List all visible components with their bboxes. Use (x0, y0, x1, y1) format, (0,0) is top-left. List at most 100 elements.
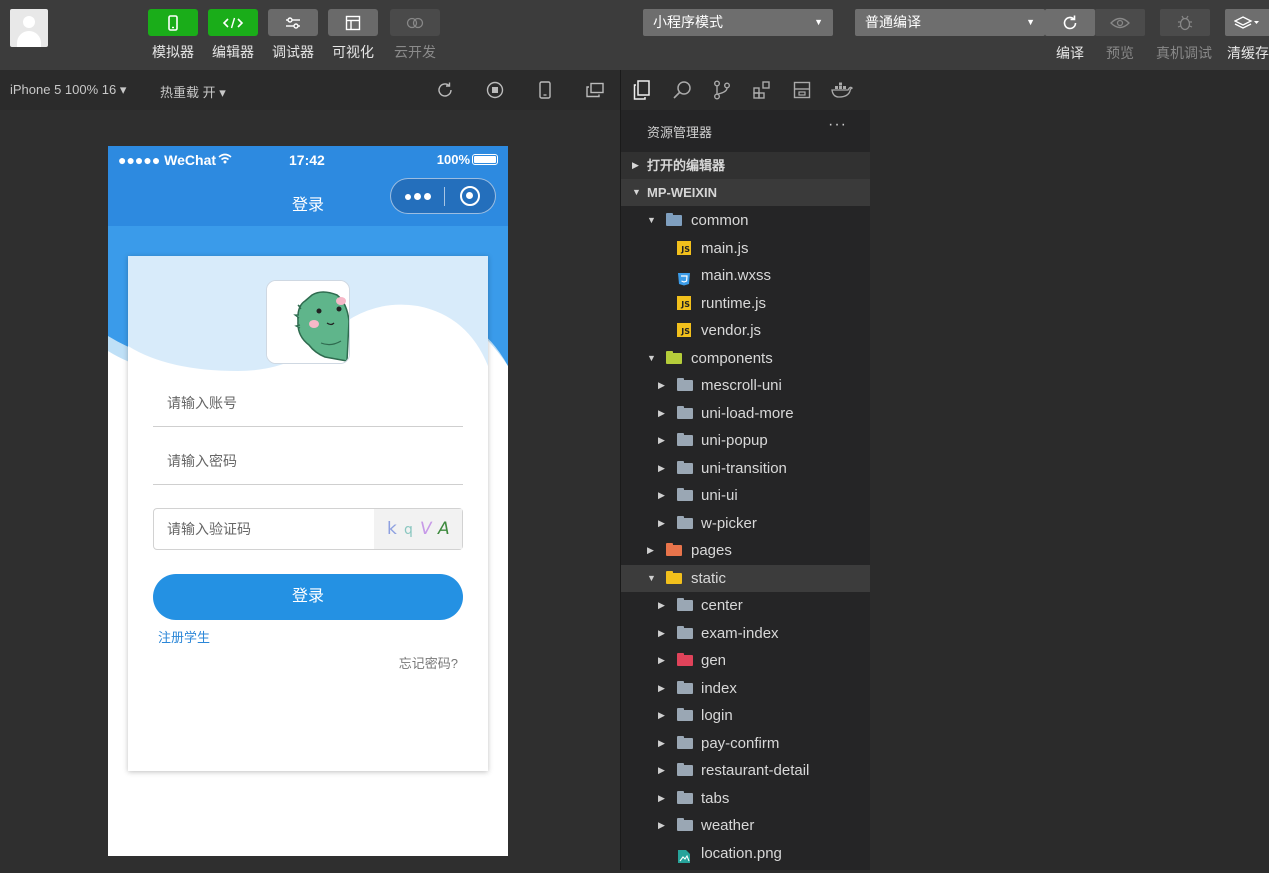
tree-folder[interactable]: ▶ index (621, 675, 871, 702)
save-icon[interactable] (791, 79, 813, 101)
chevron-down-icon[interactable]: ▼ (647, 207, 656, 234)
tree-item-label: pay-confirm (701, 734, 780, 752)
debugger-button[interactable]: 调试器 (268, 9, 318, 62)
cloud-dev-button[interactable]: 云开发 (390, 9, 440, 62)
hot-reload-select[interactable]: 热重载 开 ▾ (160, 82, 226, 101)
dinosaur-mascot-icon (267, 281, 349, 363)
chevron-right-icon[interactable]: ▶ (658, 592, 665, 619)
nav-bar: 登录 (108, 174, 508, 226)
account-input[interactable] (165, 394, 449, 412)
mini-program-capsule (390, 178, 496, 214)
chevron-right-icon[interactable]: ▶ (658, 482, 665, 509)
more-menu-icon[interactable] (405, 193, 431, 200)
chevron-right-icon[interactable]: ▶ (658, 730, 665, 757)
chevron-right-icon[interactable]: ▶ (647, 537, 654, 564)
account-input-field[interactable] (153, 382, 463, 427)
user-avatar[interactable] (10, 9, 48, 47)
tree-file[interactable]: JS main.js (621, 235, 871, 262)
rotate-icon[interactable] (435, 80, 455, 100)
chevron-right-icon[interactable]: ▶ (658, 620, 665, 647)
simulator-toolbar: iPhone 5 100% 16 ▾ 热重载 开 ▾ (0, 70, 620, 111)
simulator-button[interactable]: 模拟器 (148, 9, 198, 62)
source-control-icon[interactable] (711, 79, 733, 101)
visualization-button[interactable]: 可视化 (328, 9, 378, 62)
tree-folder[interactable]: ▶ pay-confirm (621, 730, 871, 757)
tree-folder[interactable]: ▼ components (621, 345, 871, 372)
captcha-field[interactable]: k q V A (153, 508, 463, 550)
tree-folder[interactable]: ▶ uni-popup (621, 427, 871, 454)
chevron-down-icon: ▼ (1026, 17, 1035, 27)
chevron-right-icon[interactable]: ▶ (658, 455, 665, 482)
mode-select[interactable]: 小程序模式 ▼ (643, 9, 833, 36)
device-select[interactable]: iPhone 5 100% 16 ▾ (10, 82, 126, 98)
chevron-right-icon[interactable]: ▶ (658, 647, 665, 674)
folder-icon (666, 350, 682, 365)
editor-button[interactable]: 编辑器 (208, 9, 258, 62)
compile-mode-select[interactable]: 普通编译 ▼ (855, 9, 1045, 36)
clear-cache-button[interactable]: 清缓存 (1225, 9, 1269, 63)
forgot-password-link[interactable]: 忘记密码? (399, 653, 458, 672)
chevron-right-icon[interactable]: ▶ (658, 812, 665, 839)
password-input-field[interactable] (153, 440, 463, 485)
compile-button[interactable]: 编译 (1045, 9, 1095, 63)
search-icon[interactable] (671, 79, 693, 101)
captcha-input[interactable] (165, 520, 369, 538)
docker-icon[interactable] (831, 79, 853, 101)
files-icon[interactable] (631, 79, 653, 101)
chevron-right-icon[interactable]: ▶ (658, 757, 665, 784)
login-button[interactable]: 登录 (153, 574, 463, 620)
tree-folder[interactable]: ▶ uni-transition (621, 455, 871, 482)
project-section[interactable]: ▼ MP-WEIXIN (621, 179, 871, 206)
remote-debug-button[interactable]: 真机调试 (1156, 9, 1212, 63)
tree-file[interactable]: JS runtime.js (621, 290, 871, 317)
chevron-right-icon[interactable]: ▶ (658, 427, 665, 454)
tree-file[interactable]: main.wxss (621, 262, 871, 289)
chevron-down-icon[interactable]: ▼ (647, 345, 656, 372)
cloud-icon (406, 17, 424, 28)
chevron-right-icon[interactable]: ▶ (658, 785, 665, 812)
chevron-right-icon[interactable]: ▶ (658, 675, 665, 702)
tree-file[interactable]: location.png (621, 840, 871, 867)
tree-folder[interactable]: ▶ w-picker (621, 510, 871, 537)
tree-folder[interactable]: ▶ center (621, 592, 871, 619)
tree-folder[interactable]: ▶ uni-ui (621, 482, 871, 509)
tree-item-label: w-picker (701, 514, 757, 532)
tree-folder[interactable]: ▶ tabs (621, 785, 871, 812)
activity-bar (621, 70, 871, 110)
open-editors-section[interactable]: ▶ 打开的编辑器 (621, 152, 871, 179)
folder-icon (677, 405, 693, 420)
extensions-icon[interactable] (751, 79, 773, 101)
tree-folder[interactable]: ▶ gen (621, 647, 871, 674)
chevron-right-icon[interactable]: ▶ (658, 372, 665, 399)
tree-folder[interactable]: ▶ uni-load-more (621, 400, 871, 427)
register-link[interactable]: 注册学生 (158, 627, 210, 646)
login-card: k q V A 登录 注册学生 忘记密码? (128, 256, 488, 771)
chevron-down-icon[interactable]: ▼ (647, 565, 656, 592)
code-icon (222, 17, 244, 28)
preview-button[interactable]: 预览 (1095, 9, 1145, 63)
close-capsule-icon[interactable] (460, 186, 480, 206)
explorer-title: 资源管理器 (647, 125, 713, 140)
detach-window-icon[interactable] (585, 80, 605, 100)
tree-folder[interactable]: ▶ restaurant-detail (621, 757, 871, 784)
captcha-image[interactable]: k q V A (374, 509, 462, 549)
phone-icon[interactable] (535, 80, 555, 100)
folder-icon (677, 763, 693, 777)
tree-folder[interactable]: ▶ login (621, 702, 871, 729)
tree-folder[interactable]: ▶ weather (621, 812, 871, 839)
password-input[interactable] (165, 452, 449, 470)
tree-folder[interactable]: ▶ pages (621, 537, 871, 564)
stop-icon[interactable] (485, 80, 505, 100)
folder-icon (677, 735, 693, 750)
tree-folder[interactable]: ▼ static (621, 564, 871, 592)
tree-folder[interactable]: ▶ exam-index (621, 620, 871, 647)
tree-folder[interactable]: ▶ mescroll-uni (621, 372, 871, 399)
tree-item-label: location.png (701, 844, 782, 862)
folder-icon (666, 570, 682, 585)
tree-file[interactable]: JS vendor.js (621, 317, 871, 344)
more-actions-icon[interactable]: ··· (828, 116, 847, 134)
chevron-right-icon[interactable]: ▶ (658, 510, 665, 537)
chevron-right-icon[interactable]: ▶ (658, 702, 665, 729)
chevron-right-icon[interactable]: ▶ (658, 400, 665, 427)
tree-folder[interactable]: ▼ common (621, 207, 871, 234)
